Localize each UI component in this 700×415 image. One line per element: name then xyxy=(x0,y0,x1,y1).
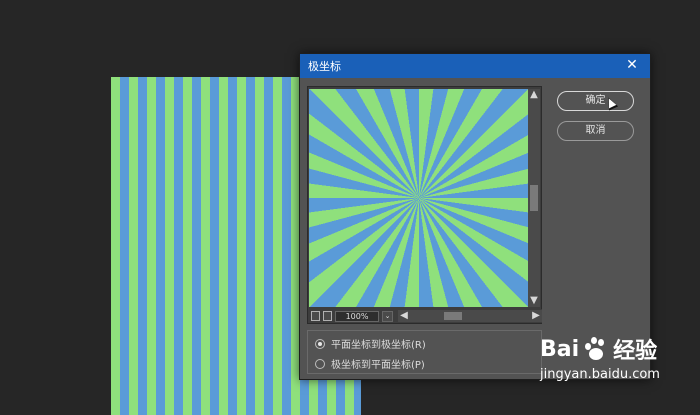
chevron-down-icon[interactable]: ⌄ xyxy=(382,310,393,322)
scroll-down-icon[interactable]: ▼ xyxy=(528,295,540,307)
option-rect-to-polar[interactable]: 平面坐标到极坐标(R) xyxy=(315,336,426,351)
preview-toolbar: 100% ⌄ ◀ ▶ xyxy=(309,309,542,323)
cancel-button[interactable]: 取消 xyxy=(557,121,634,141)
zoom-out-button[interactable] xyxy=(311,311,320,321)
watermark-url: jingyan.baidu.com xyxy=(540,367,660,382)
preview-panel: ▲ ▼ 100% ⌄ ◀ ▶ xyxy=(307,86,542,324)
radio-polar-to-rect[interactable] xyxy=(315,358,325,369)
ok-button[interactable]: 确定 xyxy=(557,91,634,111)
polar-coordinates-dialog: 极坐标 ✕ ▲ ▼ 100% ⌄ ◀ ▶ 确定 取消 平面坐标到极坐标(R) 极… xyxy=(299,53,651,380)
dialog-title: 极坐标 xyxy=(308,60,341,73)
option-polar-to-rect-label: 极坐标到平面坐标(P) xyxy=(331,360,425,371)
watermark-logo-left: Bai xyxy=(540,336,580,362)
preview-vertical-scrollbar[interactable]: ▲ ▼ xyxy=(528,89,540,307)
scroll-left-icon[interactable]: ◀ xyxy=(398,310,410,322)
scroll-up-icon[interactable]: ▲ xyxy=(528,89,540,101)
horizontal-scroll-thumb[interactable] xyxy=(444,312,462,320)
zoom-level-field[interactable]: 100% xyxy=(335,310,379,322)
baidu-watermark: Bai 经验 jingyan.baidu.com xyxy=(540,333,660,383)
filter-preview[interactable] xyxy=(309,89,529,307)
option-polar-to-rect[interactable]: 极坐标到平面坐标(P) xyxy=(315,356,425,371)
vertical-scroll-thumb[interactable] xyxy=(530,185,538,211)
scroll-right-icon[interactable]: ▶ xyxy=(530,310,542,322)
watermark-logo-right: 经验 xyxy=(613,339,658,364)
zoom-in-button[interactable] xyxy=(323,311,332,321)
preview-horizontal-scrollbar[interactable]: ◀ ▶ xyxy=(398,310,542,322)
watermark-logo: Bai 经验 xyxy=(540,333,660,365)
dialog-titlebar: 极坐标 ✕ xyxy=(300,54,650,78)
close-icon[interactable]: ✕ xyxy=(624,57,640,73)
radio-rect-to-polar[interactable] xyxy=(315,338,325,349)
paw-icon xyxy=(583,337,609,361)
conversion-options-group: 平面坐标到极坐标(R) 极坐标到平面坐标(P) xyxy=(307,330,542,374)
option-rect-to-polar-label: 平面坐标到极坐标(R) xyxy=(331,340,426,351)
